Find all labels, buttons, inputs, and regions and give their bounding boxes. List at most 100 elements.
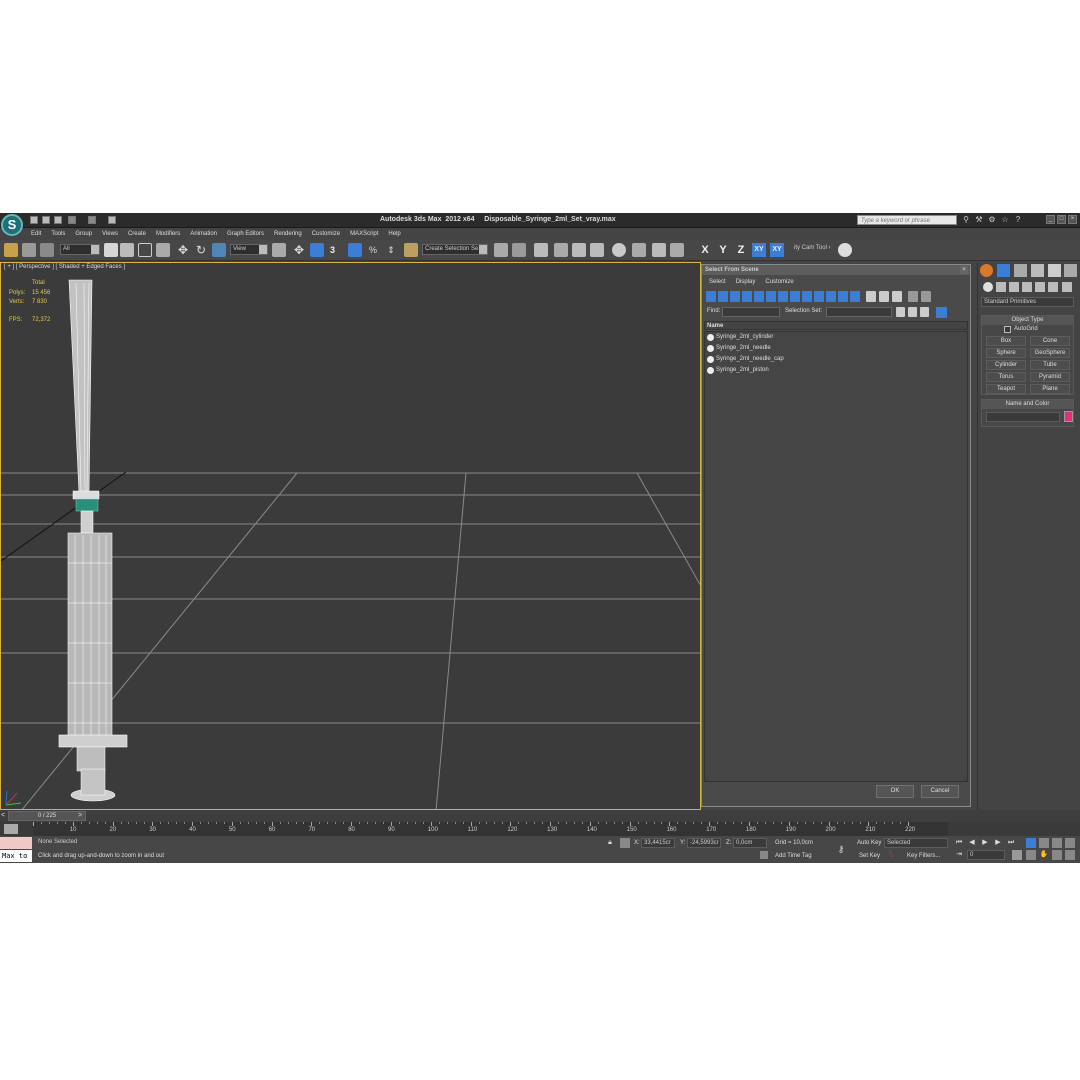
menu-edit[interactable]: Edit	[26, 229, 46, 240]
sync-selection-icon[interactable]	[936, 307, 947, 318]
set-add-icon[interactable]	[908, 307, 917, 317]
motion-tab-icon[interactable]	[1031, 264, 1044, 277]
menu-rendering[interactable]: Rendering	[269, 229, 307, 240]
schematic-view-icon[interactable]	[590, 243, 604, 257]
absolute-mode-icon[interactable]	[620, 838, 630, 848]
maxscript-listener-pink[interactable]	[0, 837, 32, 849]
menu-views[interactable]: Views	[97, 229, 123, 240]
display-all-icon[interactable]	[850, 291, 860, 302]
restrict-z-button[interactable]: Z	[734, 243, 748, 257]
mirror-icon[interactable]	[494, 243, 508, 257]
selection-filter-dropdown[interactable]: All	[60, 244, 100, 255]
previous-key-icon[interactable]: ◀	[967, 838, 977, 848]
angle-snap-icon[interactable]	[348, 243, 362, 257]
use-pivot-center-icon[interactable]	[272, 243, 286, 257]
z-coordinate-field[interactable]: 0,0cm	[733, 838, 767, 848]
select-object-icon[interactable]	[104, 243, 118, 257]
zoom-all-icon[interactable]	[1039, 838, 1049, 848]
torus-button[interactable]: Torus	[986, 372, 1026, 382]
set-remove-icon[interactable]	[920, 307, 929, 317]
helpers-icon[interactable]	[1035, 282, 1045, 292]
teapot-button[interactable]: Teapot	[986, 384, 1026, 394]
next-key-icon[interactable]: ▶	[993, 838, 1003, 848]
display-xrefs-icon[interactable]	[790, 291, 800, 302]
create-tab-icon[interactable]	[980, 264, 993, 277]
menu-tools[interactable]: Tools	[46, 229, 70, 240]
display-helpers-icon[interactable]	[754, 291, 764, 302]
geometry-icon[interactable]	[983, 282, 993, 292]
default-in-out-tangent-icon[interactable]: ╲	[886, 850, 896, 860]
menu-animation[interactable]: Animation	[185, 229, 222, 240]
dialog-menu-customize[interactable]: Customize	[760, 277, 798, 287]
go-to-start-icon[interactable]: ⏮	[954, 838, 964, 848]
curve-editor-icon[interactable]	[572, 243, 586, 257]
reference-coordinate-dropdown[interactable]: View	[230, 244, 268, 255]
menu-maxscript[interactable]: MAXScript	[345, 229, 383, 240]
menu-group[interactable]: Group	[70, 229, 97, 240]
orbit-icon[interactable]	[1052, 850, 1062, 860]
display-shapes-icon[interactable]	[718, 291, 728, 302]
keyword-search-input[interactable]: Type a keyword or phrase	[857, 215, 957, 225]
snaps-toggle-icon[interactable]: 3	[330, 243, 344, 257]
redo-icon[interactable]	[88, 216, 96, 224]
named-selection-sets-dropdown[interactable]: Create Selection Se	[422, 244, 488, 255]
set-options-icon[interactable]	[896, 307, 905, 317]
cone-button[interactable]: Cone	[1030, 336, 1070, 346]
filter-options-icon[interactable]	[921, 291, 931, 302]
project-folder-icon[interactable]	[108, 216, 116, 224]
graphite-modeling-tools-icon[interactable]	[554, 243, 568, 257]
list-item[interactable]: Syringe_2ml_piston	[705, 365, 967, 376]
dialog-menu-display[interactable]: Display	[731, 277, 761, 287]
selection-lock-icon[interactable]: 🔒︎	[605, 838, 615, 848]
object-lightbulb-icon[interactable]	[707, 334, 714, 341]
select-by-name-icon[interactable]	[120, 243, 134, 257]
shapes-icon[interactable]	[996, 282, 1006, 292]
select-and-rotate-icon[interactable]: ↻	[194, 243, 208, 257]
display-tab-icon[interactable]	[1048, 264, 1061, 277]
select-invert-icon[interactable]	[892, 291, 902, 302]
set-key-icon[interactable]: ⚷	[836, 844, 846, 854]
ok-button[interactable]: OK	[876, 785, 914, 798]
restrict-plane-button[interactable]: XY	[770, 243, 784, 257]
select-all-icon[interactable]	[866, 291, 876, 302]
open-file-icon[interactable]	[42, 216, 50, 224]
utilities-tab-icon[interactable]	[1064, 264, 1077, 277]
restrict-y-button[interactable]: Y	[716, 243, 730, 257]
lights-icon[interactable]	[1009, 282, 1019, 292]
time-slider[interactable]: 0 / 225	[8, 811, 86, 821]
display-containers-icon[interactable]	[814, 291, 824, 302]
rendered-frame-window-icon[interactable]	[652, 243, 666, 257]
close-icon[interactable]: ×	[1068, 215, 1077, 224]
zoom-extents-all-icon[interactable]	[1065, 838, 1075, 848]
cameras-icon[interactable]	[1022, 282, 1032, 292]
maximize-viewport-icon[interactable]	[1065, 850, 1075, 860]
menu-customize[interactable]: Customize	[307, 229, 345, 240]
find-input[interactable]	[722, 307, 780, 317]
new-file-icon[interactable]	[30, 216, 38, 224]
restrict-xy-button[interactable]: XY	[752, 243, 766, 257]
set-key-button[interactable]: Set Key	[859, 853, 880, 859]
menu-graph-editors[interactable]: Graph Editors	[222, 229, 269, 240]
current-frame-field[interactable]: 0	[967, 850, 1005, 860]
space-warps-icon[interactable]	[1048, 282, 1058, 292]
geosphere-button[interactable]: GeoSphere	[1030, 348, 1070, 358]
primitive-category-dropdown[interactable]: Standard Primitives	[981, 297, 1074, 307]
tube-button[interactable]: Tube	[1030, 360, 1070, 370]
next-frame-icon[interactable]: >	[78, 812, 82, 819]
systems-icon[interactable]	[1062, 282, 1072, 292]
cancel-button[interactable]: Cancel	[921, 785, 959, 798]
modify-tab-icon[interactable]	[997, 264, 1010, 277]
manage-layers-icon[interactable]	[534, 243, 548, 257]
autogrid-checkbox[interactable]	[1004, 326, 1011, 333]
go-to-end-icon[interactable]: ⏭	[1006, 838, 1016, 848]
field-of-view-icon[interactable]	[1026, 850, 1036, 860]
object-name-input[interactable]	[986, 412, 1060, 422]
hierarchy-tab-icon[interactable]	[1014, 264, 1027, 277]
dialog-menu-select[interactable]: Select	[704, 277, 731, 287]
menu-create[interactable]: Create	[123, 229, 151, 240]
maxscript-mini-listener[interactable]: Max to	[0, 850, 32, 862]
filter-icon[interactable]	[908, 291, 918, 302]
render-production-icon[interactable]	[670, 243, 684, 257]
display-hidden-icon[interactable]	[838, 291, 848, 302]
list-item[interactable]: Syringe_2ml_cylinder	[705, 332, 967, 343]
